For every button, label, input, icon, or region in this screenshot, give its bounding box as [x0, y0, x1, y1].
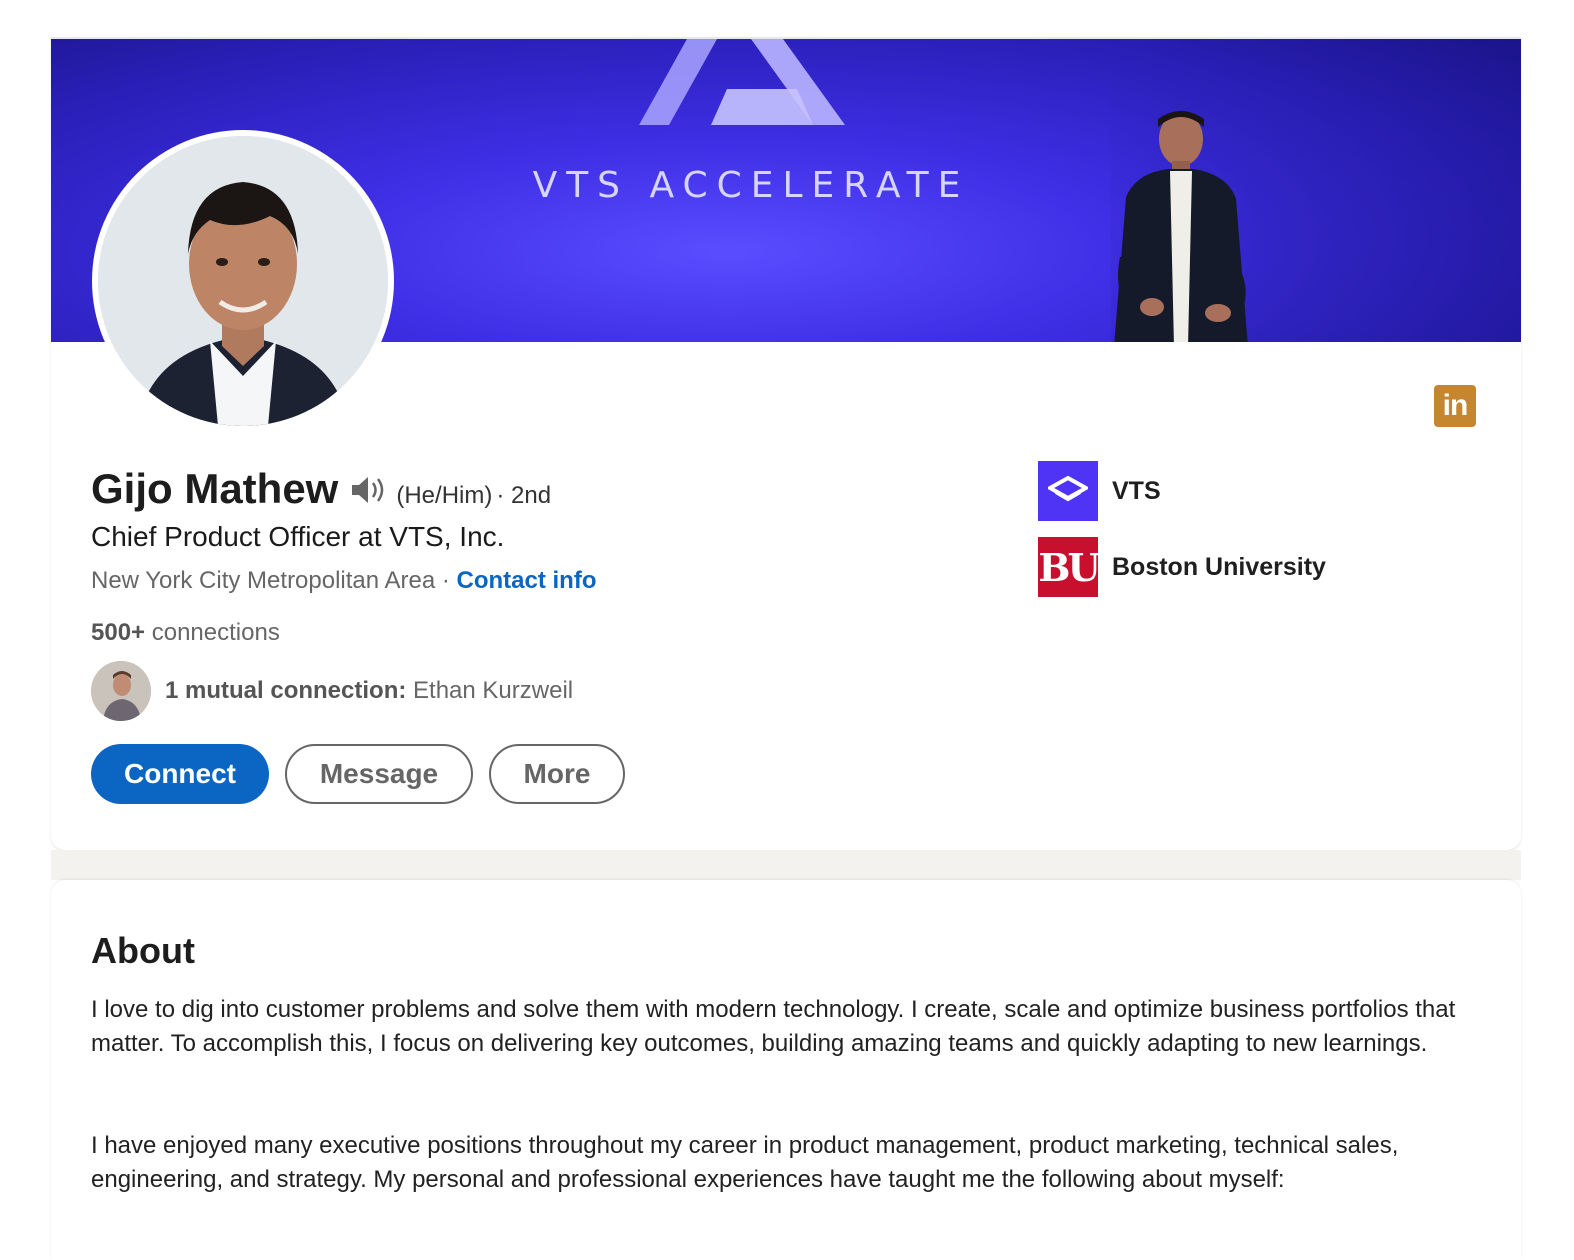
section-divider [51, 850, 1521, 880]
mutual-connections[interactable]: 1 mutual connection: Ethan Kurzweil [91, 661, 573, 721]
speaker-pronunciation-icon[interactable] [350, 475, 388, 505]
connections-count[interactable]: 500+ connections [91, 619, 280, 647]
org-current-company[interactable]: VTS [1038, 461, 1161, 521]
avatar [98, 136, 388, 426]
mutual-label: 1 mutual connection: [165, 677, 407, 704]
org-name-bu: Boston University [1112, 552, 1326, 581]
separator-dot: · [435, 567, 457, 594]
linkedin-icon[interactable]: in [1434, 385, 1476, 427]
profile-actions: Connect Message More [91, 744, 641, 804]
boston-university-logo-icon: BU [1038, 537, 1098, 597]
name-row: Gijo Mathew (He/Him) · 2nd [91, 465, 551, 513]
connection-degree: · 2nd [496, 482, 552, 509]
contact-info-link[interactable]: Contact info [457, 567, 597, 594]
vts-logo-icon [1038, 461, 1098, 521]
speaker-photo [1114, 111, 1248, 342]
connections-label: connections [145, 619, 280, 646]
mutual-avatar [91, 661, 151, 721]
pronouns: (He/Him) [396, 482, 493, 509]
profile-photo[interactable] [92, 130, 394, 432]
about-title: About [91, 930, 195, 971]
connections-number: 500+ [91, 619, 146, 646]
accelerate-logo-icon [639, 39, 845, 125]
profile-headline: Chief Product Officer at VTS, Inc. [91, 521, 505, 552]
profile-name: Gijo Mathew [91, 465, 339, 512]
location: New York City Metropolitan Area [91, 567, 436, 594]
org-name-vts: VTS [1112, 476, 1161, 505]
mutual-name: Ethan Kurzweil [406, 677, 574, 704]
mutual-connection-text: 1 mutual connection: Ethan Kurzweil [165, 677, 573, 705]
location-row: New York City Metropolitan Area · Contac… [91, 567, 596, 595]
more-button[interactable]: More [489, 744, 625, 804]
about-section: About I love to dig into customer proble… [51, 880, 1521, 1260]
about-paragraph: I have enjoyed many executive positions … [91, 1132, 1399, 1193]
connect-button[interactable]: Connect [91, 744, 269, 804]
org-education[interactable]: BU Boston University [1038, 537, 1326, 597]
message-button[interactable]: Message [285, 744, 473, 804]
about-paragraph: I love to dig into customer problems and… [91, 996, 1456, 1057]
